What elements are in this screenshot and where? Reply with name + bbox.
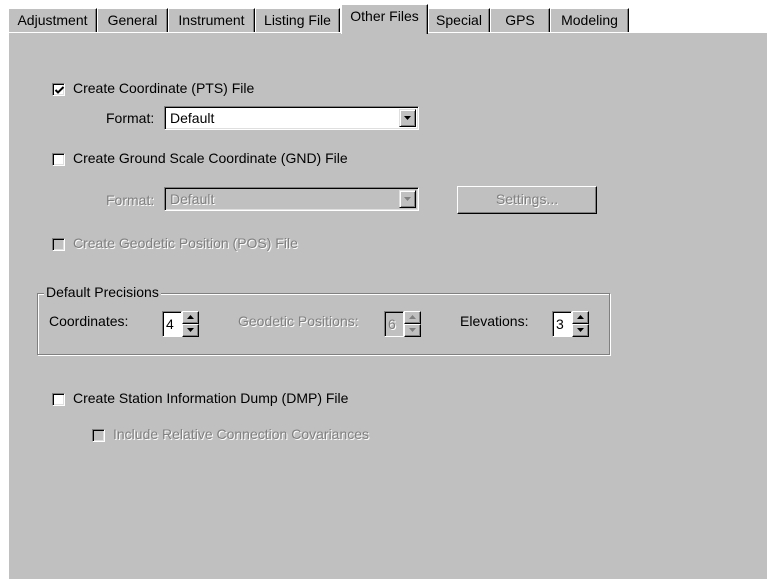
dmp-checkbox[interactable] [52,393,65,406]
include-covariances-label: Include Relative Connection Covariances [113,426,370,442]
spin-up-button[interactable] [182,311,199,324]
gnd-settings-button[interactable]: Settings... [457,186,597,214]
spin-buttons [572,311,589,337]
tab-label: GPS [505,12,535,28]
tab-listing-file[interactable]: Listing File [255,8,340,32]
tab-other-files[interactable]: Other Files [341,4,428,34]
tab-general[interactable]: General [97,8,168,32]
elevations-label: Elevations: [460,313,529,329]
spin-up-button[interactable] [404,311,421,324]
tab-instrument[interactable]: Instrument [168,8,255,32]
geodetic-positions-spinner[interactable]: 6 [384,311,421,337]
elevations-value[interactable]: 3 [552,311,572,337]
tab-gps[interactable]: GPS [490,8,550,32]
gnd-checkbox[interactable] [52,153,65,166]
spin-down-button[interactable] [404,324,421,337]
coordinates-value[interactable]: 4 [162,311,182,337]
down-arrow-icon [404,197,411,201]
spin-buttons [404,311,421,337]
tab-label: General [107,12,158,28]
tab-label: Listing File [264,12,331,28]
up-arrow-icon [409,315,416,319]
spin-buttons [182,311,199,337]
dropdown-button[interactable] [399,109,416,127]
tab-label: Adjustment [17,12,88,28]
elevations-spinner[interactable]: 3 [552,311,589,337]
tab-page-other-files: Create Coordinate (PTS) File Format: Def… [8,32,767,579]
pos-label: Create Geodetic Position (POS) File [73,235,298,251]
pts-checkbox[interactable] [52,83,65,96]
down-arrow-icon [577,328,584,332]
spin-down-button[interactable] [182,324,199,337]
options-dialog: Adjustment General Instrument Listing Fi… [0,0,770,579]
tab-label: Special [436,12,482,28]
down-arrow-icon [409,328,416,332]
default-precisions-legend: Default Precisions [44,284,161,300]
gnd-format-value: Default [170,191,215,207]
gnd-format-combobox[interactable]: Default [164,187,419,211]
tab-adjustment[interactable]: Adjustment [8,8,97,32]
up-arrow-icon [577,315,584,319]
coordinates-spinner[interactable]: 4 [162,311,199,337]
tab-special[interactable]: Special [428,8,490,32]
geodetic-positions-label: Geodetic Positions: [238,313,359,329]
dmp-label: Create Station Information Dump (DMP) Fi… [73,390,349,406]
pts-format-combobox[interactable]: Default [164,106,419,130]
settings-button-label: Settings... [495,191,559,207]
tab-label: Modeling [561,12,618,28]
spin-up-button[interactable] [572,311,589,324]
default-precisions-group: Default Precisions Coordinates: 4 Geodet… [37,284,610,355]
down-arrow-icon [404,116,411,120]
down-arrow-icon [187,328,194,332]
gnd-label: Create Ground Scale Coordinate (GND) Fil… [73,150,348,166]
gnd-format-label: Format: [106,192,155,208]
pts-format-value: Default [170,110,215,126]
spin-down-button[interactable] [572,324,589,337]
up-arrow-icon [187,315,194,319]
dropdown-button[interactable] [399,190,416,208]
tab-label: Instrument [178,12,245,28]
tab-modeling[interactable]: Modeling [550,8,629,32]
check-icon [54,86,65,94]
tab-label: Other Files [350,8,419,24]
pos-checkbox[interactable] [52,238,65,251]
coordinates-label: Coordinates: [49,313,129,329]
geodetic-positions-value[interactable]: 6 [384,311,404,337]
include-covariances-checkbox[interactable] [92,429,105,442]
tab-strip: Adjustment General Instrument Listing Fi… [0,0,770,34]
pts-format-label: Format: [106,110,155,126]
pts-label: Create Coordinate (PTS) File [73,80,255,96]
